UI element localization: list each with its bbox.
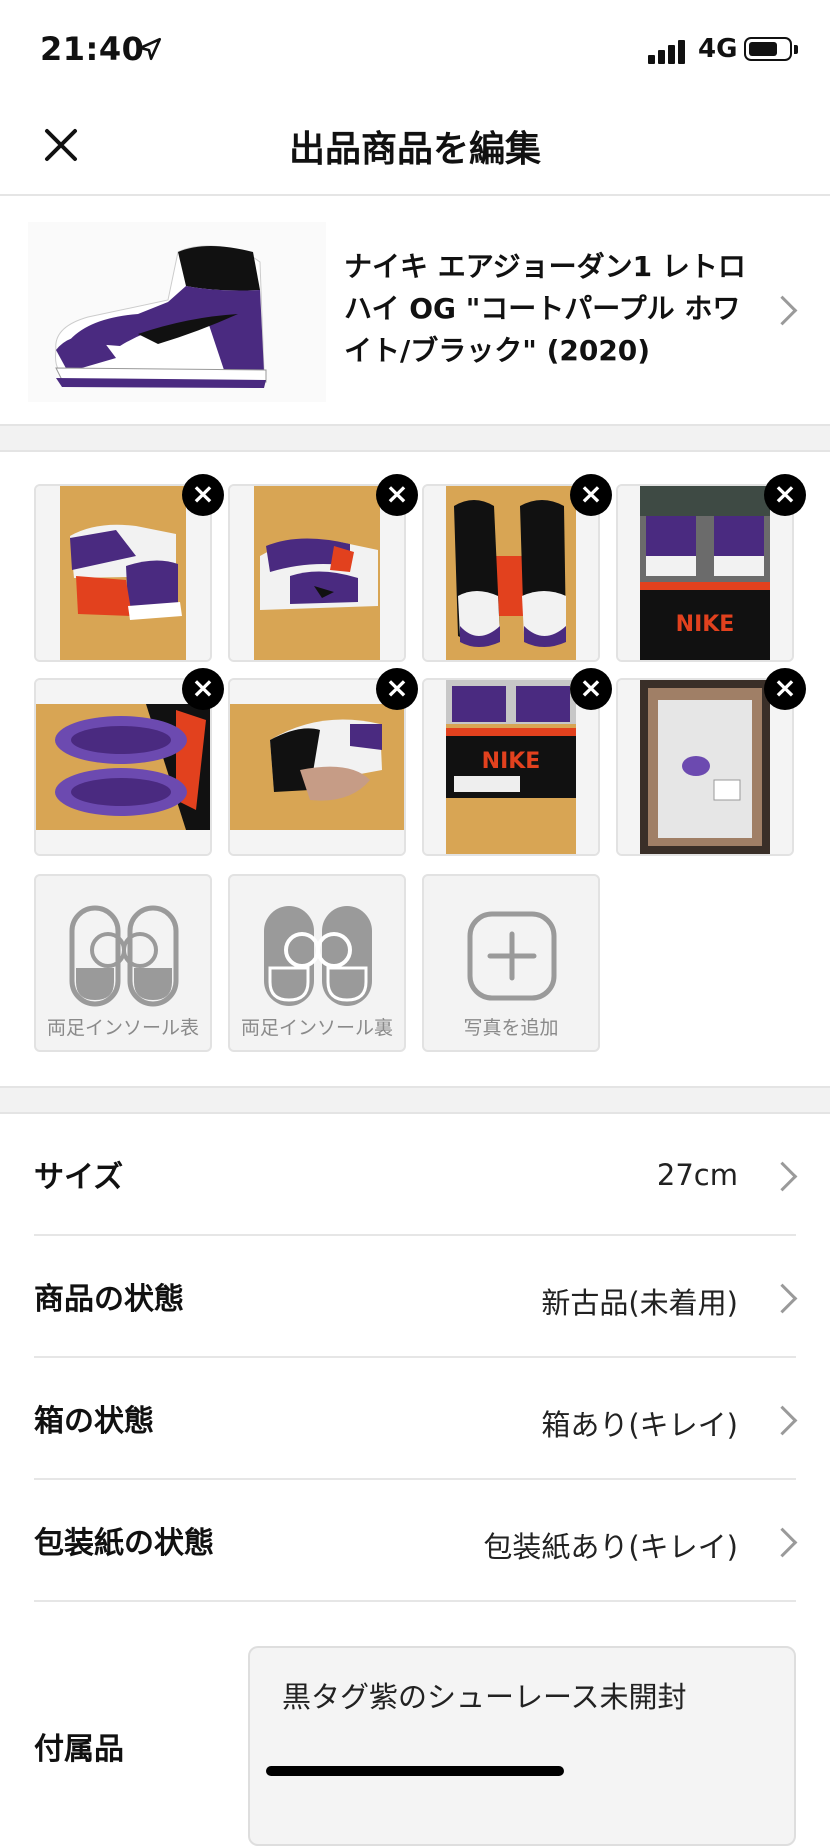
network-type: 4G bbox=[698, 34, 738, 64]
listing-photo[interactable] bbox=[616, 678, 794, 856]
page-title: 出品商品を編集 bbox=[288, 129, 541, 170]
accessories-value: 黒タグ紫のシューレース未開封 bbox=[282, 1680, 687, 1714]
section-separator bbox=[0, 1086, 830, 1114]
insole-bottom-label: 両足インソール裏 bbox=[240, 1017, 393, 1039]
battery-tip bbox=[794, 45, 798, 54]
product-name[interactable]: ナイキ エアジョーダン1 レトロ ハイ OG "コートパープル ホワイト/ブラッ… bbox=[344, 246, 764, 372]
home-indicator[interactable] bbox=[266, 1766, 564, 1776]
row-divider bbox=[34, 1600, 796, 1602]
delete-photo-button[interactable]: × bbox=[570, 668, 612, 710]
insole-top-label: 両足インソール表 bbox=[46, 1017, 199, 1039]
delete-photo-button[interactable]: × bbox=[570, 474, 612, 516]
add-photo-label: 写真を追加 bbox=[463, 1017, 559, 1039]
listing-photo[interactable] bbox=[34, 678, 212, 856]
insole-top-photo-slot[interactable]: 両足インソール表 bbox=[34, 874, 212, 1052]
add-photo-icon bbox=[467, 911, 557, 1001]
box-condition-label: 箱の状態 bbox=[34, 1404, 154, 1439]
box-condition-value: 箱あり(キレイ) bbox=[541, 1408, 738, 1442]
item-condition-label: 商品の状態 bbox=[34, 1282, 184, 1317]
wrapping-condition-label: 包装紙の状態 bbox=[34, 1526, 214, 1561]
battery-icon bbox=[744, 37, 792, 61]
delete-photo-button[interactable]: × bbox=[182, 474, 224, 516]
listing-photo[interactable] bbox=[34, 484, 212, 662]
delete-photo-button[interactable]: × bbox=[376, 668, 418, 710]
listing-photo[interactable]: NIKE bbox=[422, 678, 600, 856]
insole-bottom-photo-slot[interactable]: 両足インソール裏 bbox=[228, 874, 406, 1052]
listing-photo[interactable] bbox=[422, 484, 600, 662]
listing-photo[interactable] bbox=[228, 484, 406, 662]
svg-text:NIKE: NIKE bbox=[482, 749, 541, 774]
listing-photo[interactable]: NIKE bbox=[616, 484, 794, 662]
status-time: 21:40 bbox=[40, 30, 145, 68]
insole-top-icon bbox=[69, 905, 179, 1007]
listing-photo[interactable] bbox=[228, 678, 406, 856]
insole-bottom-icon bbox=[264, 906, 372, 1006]
product-image bbox=[28, 222, 326, 402]
location-arrow-icon bbox=[138, 37, 162, 61]
size-value: 27cm bbox=[656, 1158, 738, 1192]
section-separator bbox=[0, 424, 830, 452]
item-condition-value: 新古品(未着用) bbox=[541, 1286, 738, 1320]
delete-photo-button[interactable]: × bbox=[764, 474, 806, 516]
accessories-label: 付属品 bbox=[34, 1732, 124, 1767]
add-photo-slot[interactable]: 写真を追加 bbox=[422, 874, 600, 1052]
header-divider bbox=[0, 194, 830, 196]
cellular-signal-icon bbox=[648, 38, 692, 64]
delete-photo-button[interactable]: × bbox=[376, 474, 418, 516]
size-label: サイズ bbox=[34, 1160, 124, 1195]
svg-text:NIKE: NIKE bbox=[676, 612, 735, 637]
wrapping-condition-value: 包装紙あり(キレイ) bbox=[483, 1530, 738, 1564]
delete-photo-button[interactable]: × bbox=[764, 668, 806, 710]
delete-photo-button[interactable]: × bbox=[182, 668, 224, 710]
